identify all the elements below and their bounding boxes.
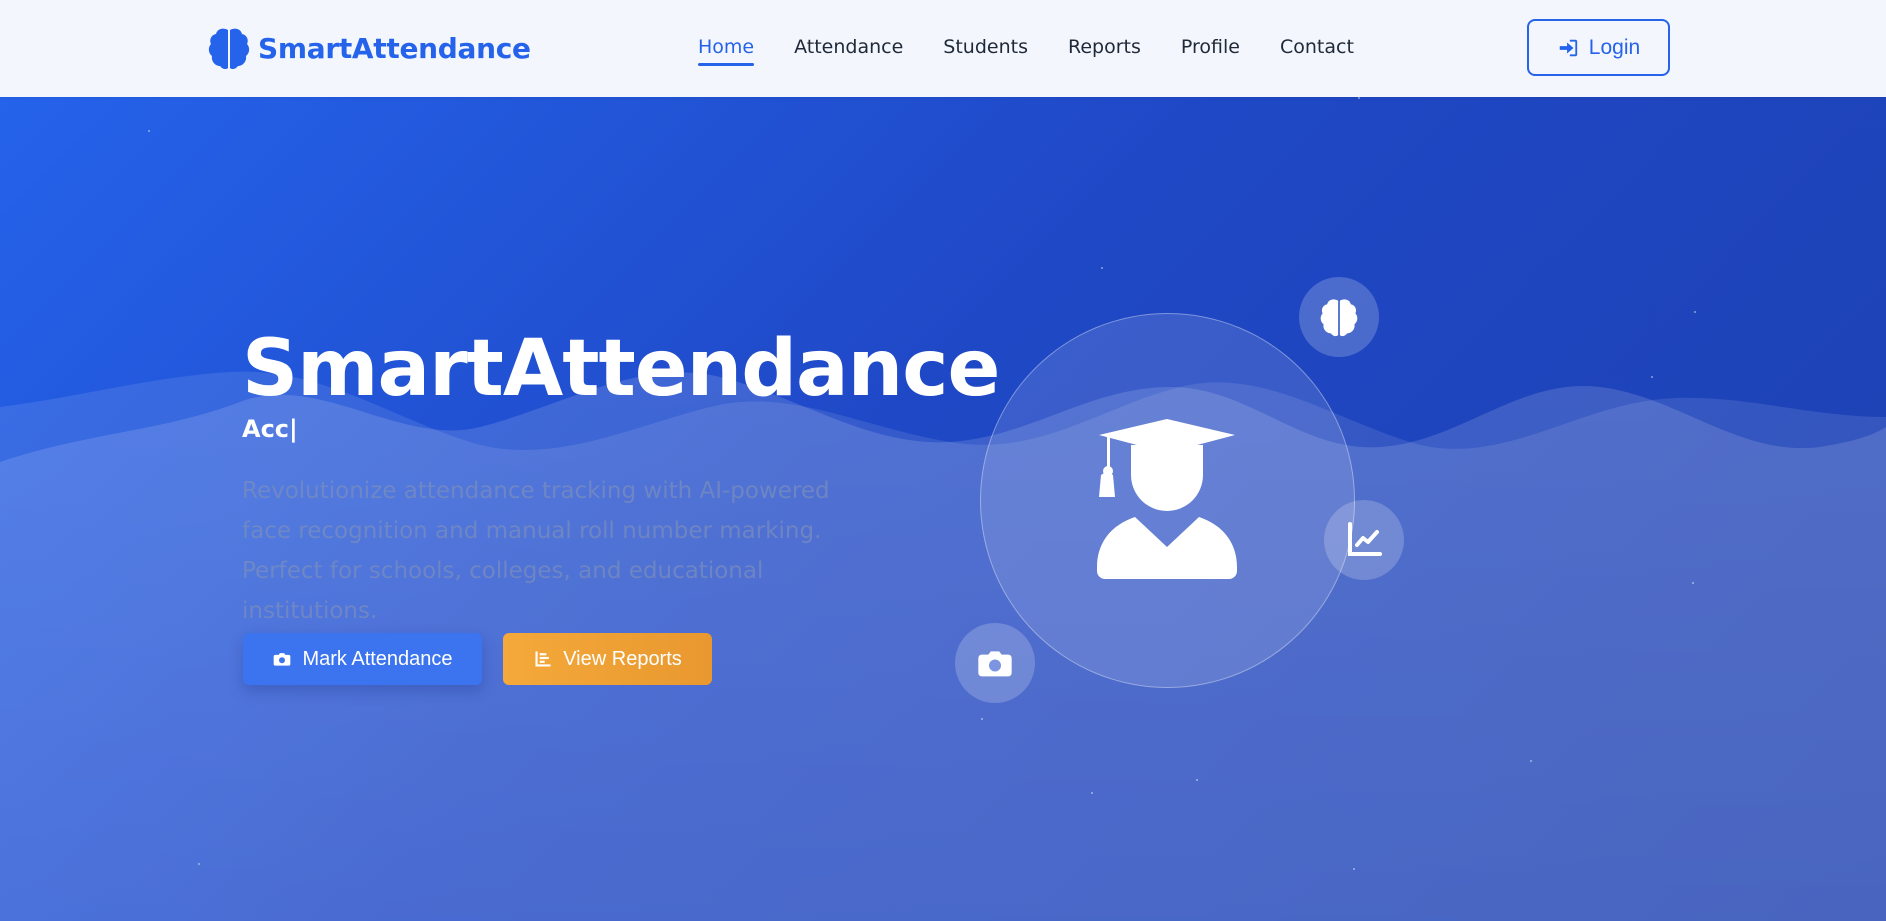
login-button[interactable]: Login: [1527, 19, 1670, 76]
chart-badge: [1324, 500, 1404, 580]
sign-in-icon: [1559, 39, 1577, 56]
star-dot: [1358, 97, 1360, 99]
view-reports-label: View Reports: [563, 647, 682, 670]
star-dot: [1091, 792, 1093, 794]
view-reports-button[interactable]: View Reports: [503, 633, 712, 685]
camera-icon: [274, 653, 291, 666]
star-dot: [1694, 311, 1696, 313]
star-dot: [1692, 582, 1694, 584]
star-dot: [981, 718, 983, 720]
camera-badge: [955, 623, 1035, 703]
bar-chart-icon: [535, 651, 551, 667]
brain-icon: [208, 28, 250, 70]
graduate-icon: [1097, 419, 1237, 579]
hero-description: Revolutionize attendance tracking with A…: [242, 478, 830, 624]
chart-line-icon: [1348, 522, 1382, 556]
nav-item-home[interactable]: Home: [698, 36, 755, 66]
brand-link[interactable]: SmartAttendance: [208, 26, 531, 70]
star-dot: [1353, 868, 1355, 870]
nav-item-reports[interactable]: Reports: [1068, 36, 1141, 64]
nav-item-students[interactable]: Students: [943, 36, 1028, 64]
typed-text: Acc|: [242, 415, 298, 443]
nav-item-profile[interactable]: Profile: [1181, 36, 1240, 64]
mark-attendance-button[interactable]: Mark Attendance: [243, 633, 482, 685]
brain-badge: [1299, 277, 1379, 357]
nav-links: Home Attendance Students Reports Profile…: [698, 36, 1394, 66]
star-dot: [1651, 376, 1653, 378]
hero-section: SmartAttendance Acc| Revolutionize atten…: [0, 97, 1886, 921]
nav-item-contact[interactable]: Contact: [1280, 36, 1354, 64]
camera-icon: [978, 651, 1012, 677]
star-dot: [1530, 760, 1532, 762]
brand-name: SmartAttendance: [258, 31, 531, 65]
star-dot: [1196, 779, 1198, 781]
star-dot: [198, 863, 200, 865]
login-label: Login: [1588, 35, 1641, 59]
mark-attendance-label: Mark Attendance: [302, 647, 453, 670]
star-dot: [1101, 267, 1103, 269]
hero-title: SmartAttendance: [242, 324, 1000, 414]
brain-icon: [1320, 299, 1358, 337]
nav-item-attendance[interactable]: Attendance: [794, 36, 903, 64]
star-dot: [148, 130, 150, 132]
navbar: SmartAttendance Home Attendance Students…: [0, 0, 1886, 97]
